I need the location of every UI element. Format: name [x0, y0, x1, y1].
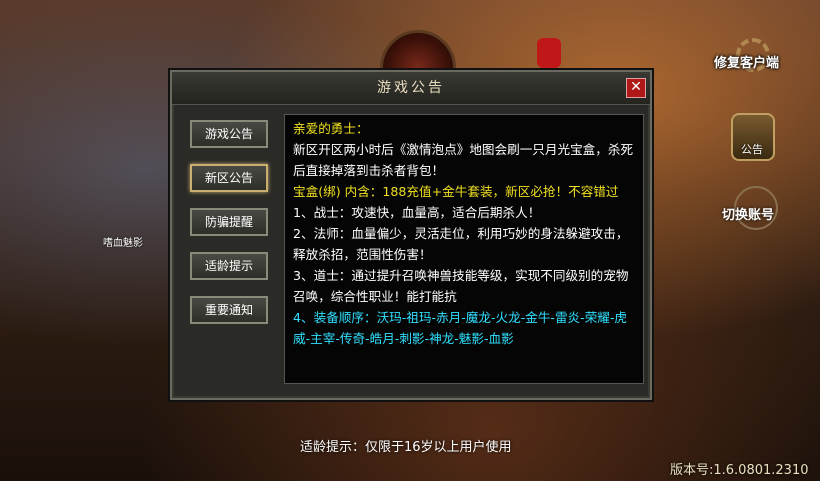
tab-game-notice[interactable]: 游戏公告 — [190, 120, 268, 148]
tab-new-server-notice[interactable]: 新区公告 — [190, 164, 268, 192]
tab-age-notice[interactable]: 适龄提示 — [190, 252, 268, 280]
paragraph-6: 4、装备顺序：沃玛-祖玛-赤月-魔龙-火龙-金牛-雷炎-荣耀-虎威-主宰-传奇-… — [293, 310, 628, 346]
red-badge-icon — [537, 38, 561, 68]
age-notice-text: 适龄提示：仅限于16岁以上用户使用 — [300, 440, 512, 455]
dialog-title: 游戏公告 — [172, 72, 650, 105]
paragraph-4: 2、法师：血量偏少，灵活走位，利用巧妙的身法躲避攻击，释放杀招，范围性伤害！ — [293, 226, 629, 262]
version-label: 版本号:1.6.0801.2310 — [670, 463, 809, 478]
paragraph-3: 1、战士：攻速快，血量高，适合后期杀人！ — [293, 205, 541, 220]
paragraph-5: 3、道士：通过提升召唤神兽技能等级，实现不同级别的宠物召唤，综合性职业！能打能抗 — [293, 268, 629, 304]
repair-client-button[interactable]: 修复客户端 — [714, 52, 779, 71]
switch-account-button[interactable]: 切换账号 — [722, 204, 774, 223]
tab-important-notice[interactable]: 重要通知 — [190, 296, 268, 324]
tab-list: 游戏公告 新区公告 防骗提醒 适龄提示 重要通知 — [190, 120, 272, 340]
notice-button-label: 公告 — [741, 143, 763, 156]
tab-anti-fraud[interactable]: 防骗提醒 — [190, 208, 268, 236]
paragraph-1: 新区开区两小时后《激情泡点》地图会刷一只月光宝盒，杀死后直接掉落到击杀者背包！ — [293, 142, 634, 178]
paragraph-2: 宝盒(绑) 内含：188充值+金牛套装，新区必抢！不容错过 — [293, 184, 619, 199]
announcement-content: 亲爱的勇士： 新区开区两小时后《激情泡点》地图会刷一只月光宝盒，杀死后直接掉落到… — [284, 114, 644, 384]
close-button[interactable]: ✕ — [626, 78, 646, 98]
announcement-dialog: 游戏公告 ✕ 游戏公告 新区公告 防骗提醒 适龄提示 重要通知 亲爱的勇士： 新… — [170, 70, 652, 400]
greeting-text: 亲爱的勇士： — [293, 121, 369, 136]
character-name-label: 嗜血魅影 — [103, 238, 143, 249]
